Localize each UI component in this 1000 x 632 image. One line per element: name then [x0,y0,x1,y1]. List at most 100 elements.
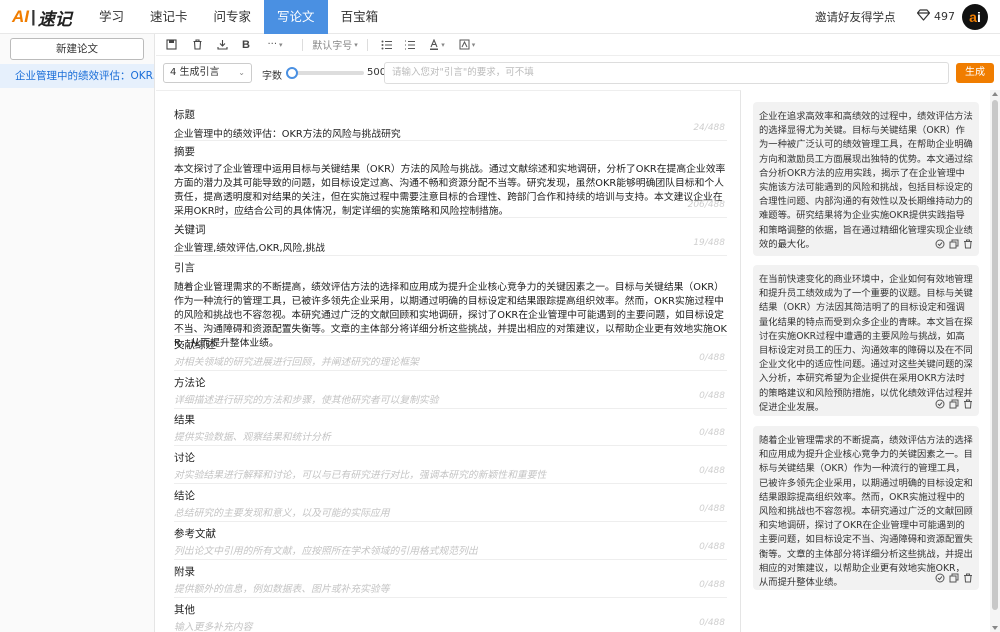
word-count-slider-handle[interactable] [286,67,298,79]
download-icon[interactable] [208,34,236,56]
scroll-down-arrow[interactable] [992,626,998,630]
word-count-label: 字数 [262,71,282,82]
section-heading: 摘要 [174,146,195,158]
chevron-down-icon: ▾ [441,40,445,49]
delete-icon[interactable] [963,238,973,252]
chevron-down-icon: ▾ [279,40,283,49]
section-other[interactable]: 其他 输入更多补充内容 0/488 [174,602,727,632]
results-scrollbar[interactable] [990,90,1000,632]
section-content[interactable]: 企业管理中的绩效评估：OKR方法的风险与挑战研究 [174,128,727,142]
section-title[interactable]: 标题 企业管理中的绩效评估：OKR方法的风险与挑战研究 24/488 [174,107,727,141]
section-appendix[interactable]: 附录 提供额外的信息，例如数据表、图片或补充实验等 0/488 [174,564,727,598]
nav-tab-flashcards[interactable]: 速记卡 [137,0,201,34]
char-count: 0/488 [699,618,725,628]
toolbar-divider [367,38,368,51]
section-conclusion[interactable]: 结论 总结研究的主要发现和意义，以及可能的实际应用 0/488 [174,488,727,522]
copy-icon[interactable] [949,398,959,412]
section-heading: 附录 [174,566,195,578]
copy-icon[interactable] [949,572,959,586]
section-heading: 结果 [174,414,195,426]
user-avatar[interactable]: ai [962,4,988,30]
result-card[interactable]: 随着企业管理需求的不断提高，绩效评估方法的选择和应用成为提升企业核心竞争力的关键… [753,426,979,590]
char-count: 24/488 [693,123,725,133]
section-select-value: 4 生成引言 [170,67,220,78]
card-actions [935,572,973,586]
ordered-list-icon[interactable] [398,34,422,56]
section-discussion[interactable]: 讨论 对实验结果进行解释和讨论，可以与已有研究进行对比，强调本研究的新颖性和重要… [174,450,727,484]
section-heading: 关键词 [174,224,206,236]
section-heading: 其他 [174,604,195,616]
top-navigation: AI | 速记 学习 速记卡 问专家 写论文 百宝箱 邀请好友得学点 497 ai [0,0,1000,34]
card-actions [935,238,973,252]
text-color-select[interactable]: ▾ [422,34,452,56]
section-abstract[interactable]: 摘要 本文探讨了企业管理中运用目标与关键结果（OKR）方法的风险与挑战。通过文献… [174,144,727,218]
editor-toolbar: B ··· ▾ 默认字号 ▾ ▾ ▾ [156,34,1000,56]
section-select[interactable]: 4 生成引言 ⌄ [163,63,252,83]
section-heading: 方法论 [174,377,206,389]
logo-name-text: 速记 [37,9,72,29]
section-placeholder[interactable]: 详细描述进行研究的方法和步骤，使其他研究者可以复制实验 [174,394,727,408]
font-size-select[interactable]: 默认字号 ▾ [311,34,359,56]
diamond-icon [916,9,934,24]
section-methodology[interactable]: 方法论 详细描述进行研究的方法和步骤，使其他研究者可以复制实验 0/488 [174,375,727,409]
delete-icon[interactable] [186,34,208,56]
generate-button[interactable]: 生成 [956,63,994,83]
nav-tab-study[interactable]: 学习 [86,0,137,34]
section-content[interactable]: 企业管理,绩效评估,OKR,风险,挑战 [174,242,727,256]
section-placeholder[interactable]: 列出论文中引用的所有文献，应按照所在学术领域的引用格式规范列出 [174,545,727,559]
unordered-list-icon[interactable] [376,34,398,56]
section-heading: 文献综述 [174,339,216,351]
app-logo[interactable]: AI | 速记 [12,6,72,29]
section-placeholder[interactable]: 总结研究的主要发现和意义，以及可能的实际应用 [174,507,727,521]
more-label: ··· [267,39,278,50]
points-display[interactable]: 497 [916,9,955,24]
delete-icon[interactable] [963,398,973,412]
word-count-slider[interactable] [286,67,364,79]
result-text: 企业在追求高效率和高绩效的过程中，绩效评估方法的选择显得尤为关键。目标与关键结果… [759,111,973,250]
highlight-color-select[interactable]: ▾ [452,34,482,56]
section-placeholder[interactable]: 提供实验数据、观察结果和统计分析 [174,431,727,445]
apply-icon[interactable] [935,398,945,412]
sidebar-paper-item[interactable]: 企业管理中的绩效评估：OKR... [0,64,154,88]
char-count: 0/488 [699,504,725,514]
section-placeholder[interactable]: 输入更多补充内容 [174,621,727,632]
char-count: 0/488 [699,580,725,590]
section-heading: 结论 [174,490,195,502]
section-introduction[interactable]: 引言 随着企业管理需求的不断提高，绩效评估方法的选择和应用成为提升企业核心竞争力… [174,260,727,349]
generated-results-panel: 企业在追求高效率和高绩效的过程中，绩效评估方法的选择显得尤为关键。目标与关键结果… [741,90,1000,632]
nav-tab-toolbox[interactable]: 百宝箱 [328,0,392,34]
nav-tab-ask-expert[interactable]: 问专家 [201,0,265,34]
section-placeholder[interactable]: 提供额外的信息，例如数据表、图片或补充实验等 [174,583,727,597]
requirement-input[interactable]: 请输入您对"引言"的要求，可不填 [384,62,949,84]
apply-icon[interactable] [935,238,945,252]
scrollbar-thumb[interactable] [992,100,998,610]
char-count: 0/488 [699,542,725,552]
invite-friends-link[interactable]: 邀请好友得学点 [815,9,896,25]
section-heading: 讨论 [174,452,195,464]
copy-icon[interactable] [949,238,959,252]
result-card[interactable]: 企业在追求高效率和高绩效的过程中，绩效评估方法的选择显得尤为关键。目标与关键结果… [753,102,979,256]
delete-icon[interactable] [963,572,973,586]
section-content[interactable]: 本文探讨了企业管理中运用目标与关键结果（OKR）方法的风险与挑战。通过文献综述和… [174,163,727,219]
apply-icon[interactable] [935,572,945,586]
more-options-menu[interactable]: ··· ▾ [256,34,294,56]
section-placeholder[interactable]: 对实验结果进行解释和讨论，可以与已有研究进行对比，强调本研究的新颖性和重要性 [174,469,727,483]
section-keywords[interactable]: 关键词 企业管理,绩效评估,OKR,风险,挑战 19/488 [174,222,727,256]
char-count: 19/488 [693,238,725,248]
result-text: 随着企业管理需求的不断提高，绩效评估方法的选择和应用成为提升企业核心竞争力的关键… [759,435,973,589]
char-count: 206/488 [687,200,725,210]
section-results[interactable]: 结果 提供实验数据、观察结果和统计分析 0/488 [174,412,727,446]
section-placeholder[interactable]: 对相关领域的研究进展进行回顾，并阐述研究的理论框架 [174,356,727,370]
avatar-letter-i: i [976,9,981,25]
section-literature-review[interactable]: 文献综述 对相关领域的研究进展进行回顾，并阐述研究的理论框架 0/488 [174,337,727,371]
section-heading: 参考文献 [174,528,216,540]
result-card[interactable]: 在当前快速变化的商业环境中，企业如何有效地管理和提升员工绩效成为了一个重要的议题… [753,265,979,416]
section-references[interactable]: 参考文献 列出论文中引用的所有文献，应按照所在学术领域的引用格式规范列出 0/4… [174,526,727,560]
save-icon[interactable] [156,34,186,56]
new-paper-button[interactable]: 新建论文 [10,38,144,60]
section-heading: 引言 [174,262,195,274]
nav-tab-write-paper[interactable]: 写论文 [264,0,328,34]
card-actions [935,398,973,412]
scroll-up-arrow[interactable] [992,92,998,96]
bold-icon[interactable]: B [236,34,256,56]
